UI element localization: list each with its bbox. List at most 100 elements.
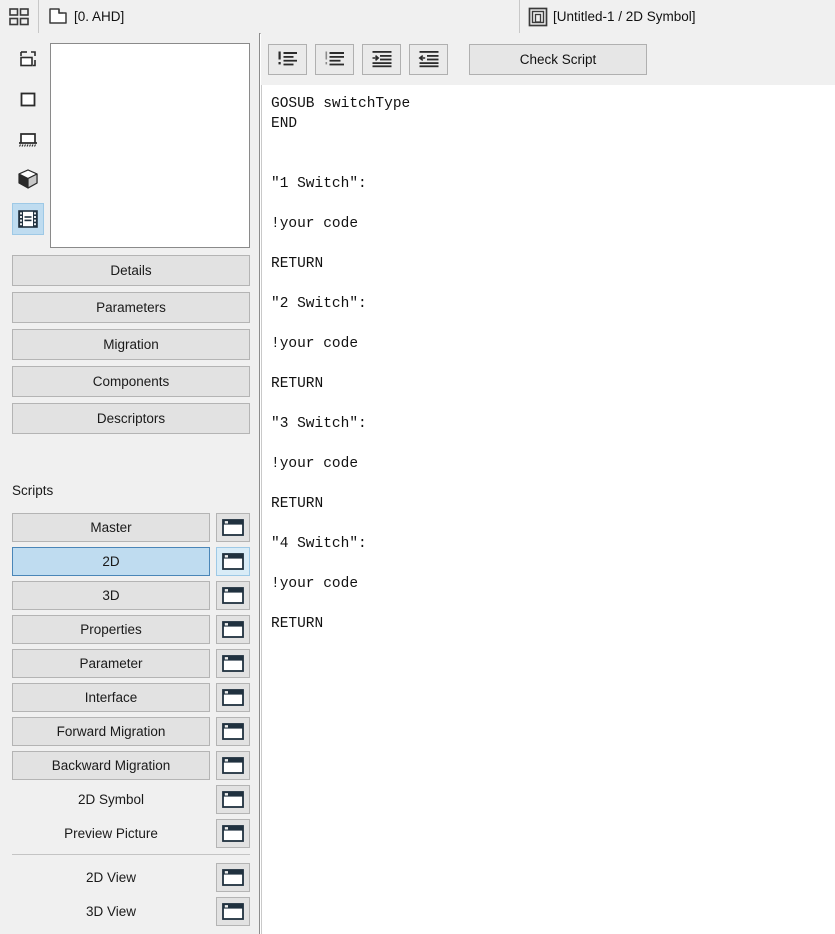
script-row[interactable]: 3D	[12, 581, 250, 610]
open-window-icon	[222, 723, 244, 740]
open-window-icon	[222, 553, 244, 570]
open-script-window-button[interactable]	[216, 513, 250, 542]
script-row[interactable]: Forward Migration	[12, 717, 250, 746]
script-row[interactable]: Preview Picture	[12, 819, 250, 848]
script-label: 2D	[102, 554, 120, 569]
section-label: Details	[110, 263, 152, 278]
open-script-window-button[interactable]	[216, 819, 250, 848]
open-script-window-button[interactable]	[216, 649, 250, 678]
uncomment-lines-button[interactable]	[315, 43, 354, 75]
indent-right-button[interactable]	[362, 43, 401, 75]
script-label: Interface	[84, 690, 138, 705]
open-script-window-button[interactable]	[216, 897, 250, 926]
project-tab-label: [0. AHD]	[74, 9, 125, 24]
script-name-button[interactable]: Properties	[12, 615, 210, 644]
grid-icon	[8, 6, 30, 28]
tool-rail	[12, 43, 46, 243]
script-name-button[interactable]: Forward Migration	[12, 717, 210, 746]
uncomment-lines-icon	[324, 50, 346, 68]
script-row[interactable]: 3D View	[12, 897, 250, 926]
script-label: Parameter	[79, 656, 143, 671]
script-row[interactable]: Properties	[12, 615, 250, 644]
script-name-button[interactable]: 3D	[12, 581, 210, 610]
nested-square-icon	[528, 7, 548, 27]
script-row[interactable]: 2D View	[12, 863, 250, 892]
document-corner-icon	[47, 6, 69, 28]
script-label: Master	[90, 520, 132, 535]
code-editor[interactable]: GOSUB switchType END "1 Switch": !your c…	[261, 85, 835, 934]
scripts-panel-button[interactable]	[12, 203, 44, 235]
section-label: Migration	[103, 337, 159, 352]
script-label: Forward Migration	[56, 724, 166, 739]
script-row[interactable]: Backward Migration	[12, 751, 250, 780]
section-label: Components	[92, 374, 170, 389]
script-name-button[interactable]: Backward Migration	[12, 751, 210, 780]
indent-right-icon	[371, 50, 393, 68]
document-tab[interactable]: [Untitled-1 / 2D Symbol]	[520, 0, 835, 33]
section-button-migration[interactable]: Migration	[12, 329, 250, 360]
script-row[interactable]: Interface	[12, 683, 250, 712]
cube-3d-icon	[17, 168, 39, 190]
comment-lines-button[interactable]	[268, 43, 307, 75]
script-label: 3D View	[85, 904, 137, 919]
script-label: 2D Symbol	[77, 792, 145, 807]
script-label: Preview Picture	[64, 826, 158, 841]
section-button-parameters[interactable]: Parameters	[12, 292, 250, 323]
open-window-icon	[222, 903, 244, 920]
open-script-window-button[interactable]	[216, 581, 250, 610]
script-row[interactable]: 2D Symbol	[12, 785, 250, 814]
script-name-button[interactable]: Interface	[12, 683, 210, 712]
indent-left-button[interactable]	[409, 43, 448, 75]
project-tab[interactable]: [0. AHD]	[39, 0, 519, 33]
open-window-icon	[222, 621, 244, 638]
script-row[interactable]: Parameter	[12, 649, 250, 678]
section-button-list: Details Parameters Migration Components …	[12, 255, 250, 440]
indent-left-icon	[418, 50, 440, 68]
script-name-button[interactable]: 2D Symbol	[12, 785, 210, 814]
comment-lines-icon	[277, 50, 299, 68]
scripts-divider	[12, 854, 250, 855]
section-label: Parameters	[96, 300, 166, 315]
open-window-icon	[222, 587, 244, 604]
code-text[interactable]: GOSUB switchType END "1 Switch": !your c…	[262, 85, 835, 634]
section-button-descriptors[interactable]: Descriptors	[12, 403, 250, 434]
script-label: Properties	[80, 622, 142, 637]
open-window-icon	[222, 689, 244, 706]
script-row[interactable]: 2D	[12, 547, 250, 576]
open-script-window-button[interactable]	[216, 547, 250, 576]
script-name-button[interactable]: 2D View	[12, 863, 210, 892]
script-name-button[interactable]: Preview Picture	[12, 819, 210, 848]
elevation-view-button[interactable]	[12, 123, 44, 155]
open-script-window-button[interactable]	[216, 683, 250, 712]
scripts-heading: Scripts	[12, 483, 54, 498]
section-button-details[interactable]: Details	[12, 255, 250, 286]
document-tab-label: [Untitled-1 / 2D Symbol]	[553, 9, 696, 24]
check-script-button[interactable]: Check Script	[469, 43, 647, 75]
script-name-button[interactable]: 3D View	[12, 897, 210, 926]
open-window-icon	[222, 757, 244, 774]
open-script-window-button[interactable]	[216, 863, 250, 892]
script-name-button[interactable]: Parameter	[12, 649, 210, 678]
open-script-window-button[interactable]	[216, 751, 250, 780]
symbol-preview[interactable]	[50, 43, 250, 248]
grid-view-button[interactable]	[0, 0, 38, 33]
open-script-window-button[interactable]	[216, 615, 250, 644]
selection-tool-button[interactable]	[12, 43, 44, 75]
rectangle-tool-button[interactable]	[12, 83, 44, 115]
elevation-view-icon	[17, 129, 39, 149]
section-button-components[interactable]: Components	[12, 366, 250, 397]
script-editor-panel: Check Script GOSUB switchType END "1 Swi…	[261, 33, 835, 934]
cube-3d-button[interactable]	[12, 163, 44, 195]
selection-tool-icon	[18, 49, 38, 69]
script-label: 2D View	[85, 870, 137, 885]
script-name-button[interactable]: Master	[12, 513, 210, 542]
script-label: 3D	[102, 588, 120, 603]
section-label: Descriptors	[96, 411, 166, 426]
editor-toolbar: Check Script	[261, 33, 835, 86]
open-script-window-button[interactable]	[216, 785, 250, 814]
script-label: Backward Migration	[51, 758, 171, 773]
rectangle-tool-icon	[18, 89, 38, 109]
open-script-window-button[interactable]	[216, 717, 250, 746]
script-row[interactable]: Master	[12, 513, 250, 542]
script-name-button[interactable]: 2D	[12, 547, 210, 576]
